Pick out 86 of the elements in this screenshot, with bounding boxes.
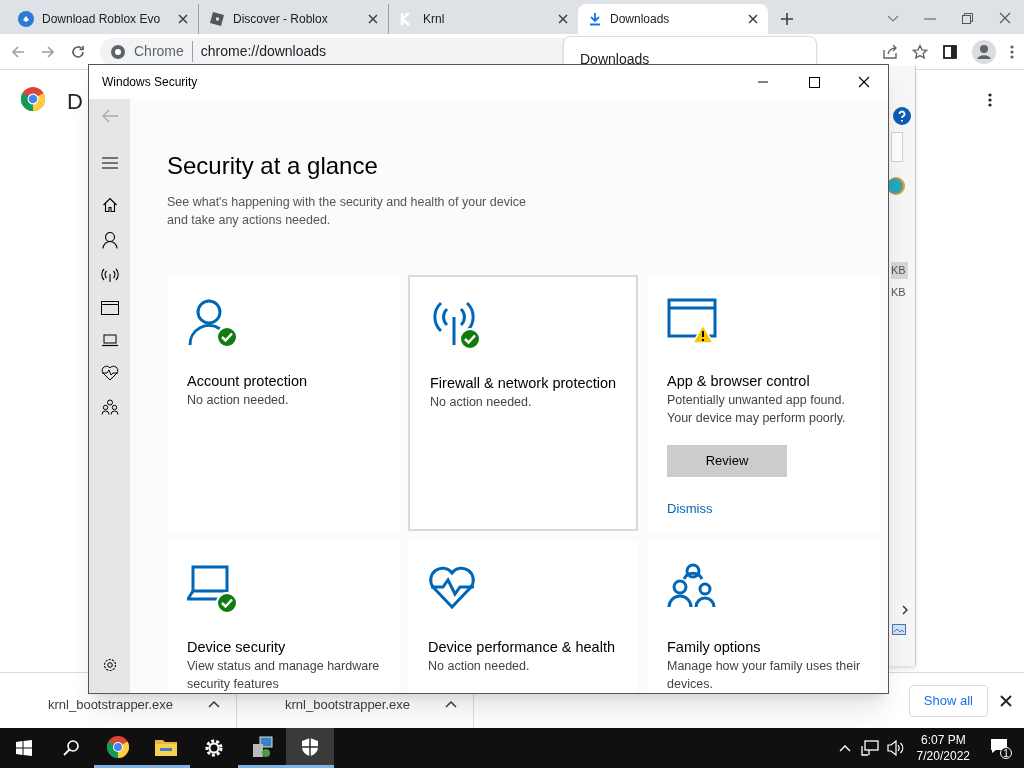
browser-tab[interactable]: Downloads — [578, 4, 768, 34]
dismiss-link[interactable]: Dismiss — [667, 499, 713, 519]
chrome-logo-icon — [21, 87, 45, 111]
close-icon[interactable] — [178, 14, 188, 24]
laptop-icon[interactable] — [100, 333, 119, 347]
status-card[interactable]: Family options Manage how your family uses their devices. — [647, 541, 879, 693]
person-icon[interactable] — [101, 231, 118, 249]
browser-icon[interactable] — [100, 301, 119, 315]
status-card[interactable]: Device performance & health No action needed. — [408, 541, 638, 693]
search-icon[interactable] — [62, 739, 80, 757]
installer-icon — [251, 735, 273, 758]
url-text: chrome://downloads — [200, 42, 327, 61]
popup-title: Downloads — [580, 51, 650, 67]
download-item[interactable]: krnl_bootstrapper.exe — [285, 697, 411, 712]
chevron-right-icon[interactable] — [902, 605, 908, 615]
image-icon — [892, 624, 906, 635]
back-icon[interactable] — [10, 43, 26, 60]
size-label: KB — [891, 285, 906, 300]
card-title: Device security — [187, 638, 287, 657]
shield-icon — [301, 736, 319, 757]
text-field[interactable] — [891, 132, 903, 162]
menu-icon[interactable] — [101, 157, 118, 169]
network-icon[interactable] — [860, 740, 879, 756]
notification-button[interactable]: 1 — [990, 737, 1012, 759]
antenna-icon[interactable] — [100, 267, 119, 283]
card-description: No action needed. — [428, 658, 531, 675]
forward-icon[interactable] — [40, 43, 56, 60]
clock-time[interactable]: 6:07 PM — [920, 732, 966, 748]
chrome-icon — [107, 735, 129, 758]
card-description: Manage how your family uses their devices. — [667, 658, 862, 693]
settings-icon[interactable] — [101, 657, 118, 673]
status-card[interactable]: Account protection No action needed. — [167, 275, 399, 531]
card-description: Potentially unwanted app found. Your device may perform poorly. — [667, 392, 847, 427]
card-title: Firewall & network protection — [430, 374, 618, 393]
gear-icon — [204, 738, 224, 758]
folder-icon — [155, 737, 177, 756]
chrome-icon — [110, 43, 126, 60]
restore-icon[interactable] — [962, 13, 973, 24]
caret-icon[interactable] — [208, 700, 220, 709]
page-heading: Security at a glance — [167, 151, 379, 181]
close-icon[interactable] — [558, 14, 568, 24]
status-card[interactable]: Firewall & network protection No action needed. — [408, 275, 638, 531]
card-title: Device performance & health — [428, 638, 616, 657]
menu-icon[interactable] — [1010, 43, 1014, 60]
profile-icon[interactable] — [972, 39, 996, 64]
clock-date[interactable]: 7/20/2022 — [916, 748, 970, 764]
download-item[interactable]: krnl_bootstrapper.exe — [48, 697, 174, 712]
card-description: No action needed. — [187, 392, 290, 409]
window-title: Windows Security — [102, 74, 198, 91]
card-description: No action needed. — [430, 394, 533, 411]
help-icon[interactable] — [893, 107, 911, 125]
size-label: KB — [891, 262, 908, 279]
review-button[interactable]: Review — [667, 445, 787, 477]
family-icon[interactable] — [100, 399, 119, 415]
intro-text: See what's happening with the security and health of your device and take any actions needed. — [167, 194, 527, 229]
home-icon[interactable] — [101, 197, 118, 213]
card-description: View status and manage hardware security features — [187, 658, 381, 693]
chevron-down-icon[interactable] — [887, 15, 899, 23]
side-panel-icon[interactable] — [942, 43, 958, 60]
reload-icon[interactable] — [70, 43, 86, 60]
close-icon[interactable] — [368, 14, 378, 24]
close-icon[interactable] — [858, 76, 870, 88]
close-icon[interactable] — [748, 14, 758, 24]
download-icon — [588, 12, 602, 26]
taskbar-app[interactable] — [286, 728, 334, 768]
chevron-up-icon[interactable] — [838, 744, 851, 752]
browser-tab[interactable]: Download Roblox Evo — [8, 4, 198, 34]
site-chip: Chrome — [134, 41, 193, 62]
star-icon[interactable] — [912, 43, 928, 60]
site-icon — [18, 11, 34, 27]
caret-icon[interactable] — [445, 700, 457, 709]
status-card[interactable]: App & browser control Potentially unwanted app found. Your device may perform poorly. Review Dismiss — [647, 275, 879, 531]
card-title: Account protection — [187, 372, 309, 391]
card-title: App & browser control — [667, 372, 811, 391]
more-icon[interactable] — [988, 92, 992, 108]
page-title: D — [67, 88, 83, 116]
new-tab-icon[interactable] — [780, 12, 794, 26]
show-all-button[interactable]: Show all — [908, 684, 988, 717]
start-icon[interactable] — [16, 740, 32, 756]
heart-icon[interactable] — [100, 365, 119, 381]
share-icon[interactable] — [882, 43, 898, 60]
card-title: Family options — [667, 638, 762, 657]
close-icon[interactable] — [1000, 694, 1012, 707]
volume-icon[interactable] — [886, 740, 905, 756]
maximize-icon[interactable] — [809, 76, 820, 88]
status-card[interactable]: Device security View status and manage hardware security features — [167, 541, 399, 693]
